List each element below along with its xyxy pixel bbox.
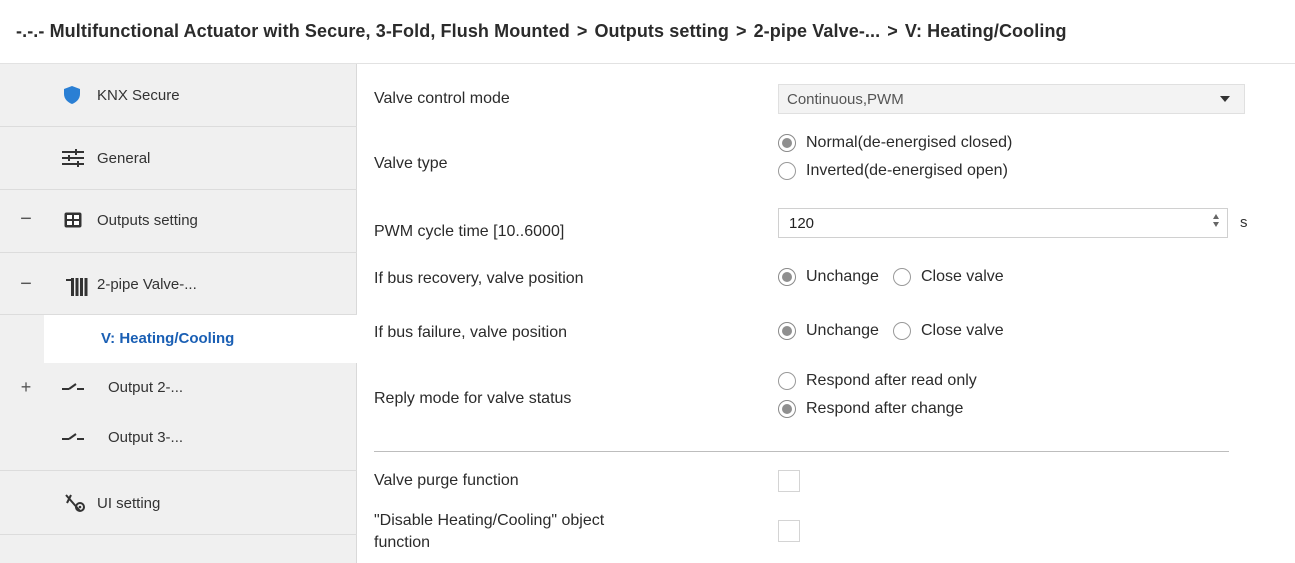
valve-purge-checkbox[interactable]: [778, 470, 800, 492]
radio-label: Close valve: [920, 322, 1004, 339]
radio-unchecked-icon: [892, 322, 911, 340]
sidebar-item-label: UI setting: [97, 495, 161, 512]
radio-option-close-valve[interactable]: Close valve: [892, 268, 1004, 286]
param-pwm-cycle-time: PWM cycle time [10..6000] 120 s: [374, 208, 1248, 240]
sidebar-item-v-heating-cooling[interactable]: V: Heating/Cooling: [44, 315, 357, 363]
valve-type-radio-group: Normal(de-energised closed) Inverted(de-…: [778, 134, 1012, 180]
radio-label: Respond after change: [806, 400, 964, 417]
breadcrumb-separator: >: [735, 21, 747, 41]
sidebar-item-label: General: [97, 150, 151, 167]
param-label: Valve type: [374, 155, 448, 172]
select-value: Continuous,PWM: [787, 90, 904, 108]
valve-control-mode-select[interactable]: Continuous,PWM: [778, 84, 1245, 114]
radio-unchecked-icon: [778, 162, 796, 180]
radio-label: Close valve: [920, 268, 1004, 285]
sidebar-item-output-2[interactable]: + Output 2-...: [0, 363, 357, 413]
breadcrumb-separator: >: [887, 21, 898, 41]
radio-label: Unchange: [806, 268, 879, 285]
bus-failure-radio-group: Unchange Close valve: [778, 322, 1018, 340]
grid-box-icon: [64, 212, 82, 228]
radio-option-unchange[interactable]: Unchange: [778, 268, 879, 286]
breadcrumb-separator: >: [576, 21, 588, 41]
param-reply-mode: Reply mode for valve status Respond afte…: [374, 370, 1244, 430]
param-label: Reply mode for valve status: [374, 390, 572, 407]
breadcrumb-item-current: V: Heating/Cooling: [904, 21, 1067, 41]
section-divider: [374, 451, 1229, 452]
sidebar-item-2-pipe-valve[interactable]: − 2-pipe Valve-...: [0, 253, 357, 315]
expand-icon[interactable]: +: [19, 377, 33, 398]
sidebar-item-ui-setting[interactable]: UI setting: [0, 471, 357, 535]
radio-label: Respond after read only: [806, 372, 977, 389]
radiator-icon: [66, 278, 88, 296]
radio-checked-icon: [778, 268, 796, 286]
param-label: If bus failure, valve position: [374, 324, 567, 341]
param-valve-control-mode: Valve control mode Continuous,PWM: [374, 82, 1245, 116]
switch-contact-icon: [62, 383, 84, 393]
radio-label: Inverted(de-energised open): [806, 162, 1008, 179]
param-label: Valve purge function: [374, 472, 519, 489]
radio-unchecked-icon: [778, 372, 796, 390]
bus-recovery-radio-group: Unchange Close valve: [778, 268, 1018, 286]
sidebar: KNX Secure General − Outputs setting − 2…: [0, 64, 357, 563]
sidebar-item-knx-secure[interactable]: KNX Secure: [0, 64, 357, 127]
pwm-cycle-field: 120 s: [778, 208, 1248, 238]
param-label: "Disable Heating/Cooling" object: [374, 512, 605, 529]
ui-setting-icon: [64, 493, 86, 513]
sidebar-item-general[interactable]: General: [0, 127, 357, 190]
sidebar-item-label: V: Heating/Cooling: [101, 330, 235, 347]
radio-option-unchange[interactable]: Unchange: [778, 322, 879, 340]
param-valve-purge: Valve purge function: [374, 468, 1244, 496]
sidebar-item-label: Outputs setting: [97, 212, 198, 229]
sidebar-item-output-3[interactable]: Output 3-...: [0, 413, 357, 471]
radio-option-inverted[interactable]: Inverted(de-energised open): [778, 162, 1012, 180]
radio-option-respond-change[interactable]: Respond after change: [778, 400, 977, 418]
shield-icon: [64, 86, 80, 104]
sidebar-item-outputs-setting[interactable]: − Outputs setting: [0, 190, 357, 253]
collapse-icon[interactable]: −: [19, 208, 33, 231]
disable-heating-cooling-checkbox[interactable]: [778, 520, 800, 542]
reply-mode-radio-group: Respond after read only Respond after ch…: [778, 372, 977, 418]
param-bus-failure: If bus failure, valve position Unchange …: [374, 320, 1244, 348]
param-label: PWM cycle time [10..6000]: [374, 223, 565, 240]
unit-label: s: [1240, 214, 1248, 231]
param-label: function: [374, 534, 431, 551]
radio-option-close-valve[interactable]: Close valve: [892, 322, 1004, 340]
radio-label: Normal(de-energised closed): [806, 134, 1013, 151]
breadcrumb-item-valve[interactable]: 2-pipe Valve-...: [754, 21, 881, 41]
breadcrumb-bar: -.-.- Multifunctional Actuator with Secu…: [0, 0, 1295, 64]
breadcrumb-item-device[interactable]: -.-.- Multifunctional Actuator with Secu…: [16, 21, 570, 41]
parameter-panel: Valve control mode Continuous,PWM Valve …: [358, 64, 1295, 563]
param-label: Valve control mode: [374, 90, 510, 107]
radio-checked-icon: [778, 400, 796, 418]
spinner-arrows-icon[interactable]: [1213, 214, 1219, 227]
sidebar-item-label: KNX Secure: [97, 87, 180, 104]
radio-unchecked-icon: [892, 268, 911, 286]
sidebar-item-label: Output 2-...: [108, 379, 184, 396]
radio-checked-icon: [778, 134, 796, 152]
param-bus-recovery: If bus recovery, valve position Unchange…: [374, 266, 1244, 294]
param-disable-heating-cooling: "Disable Heating/Cooling" object functio…: [374, 512, 1244, 558]
pwm-cycle-input[interactable]: 120: [778, 208, 1228, 238]
breadcrumb: -.-.- Multifunctional Actuator with Secu…: [16, 21, 1067, 42]
param-label: If bus recovery, valve position: [374, 270, 584, 287]
radio-checked-icon: [778, 322, 796, 340]
sliders-icon: [62, 149, 84, 167]
breadcrumb-item-outputs-setting[interactable]: Outputs setting: [594, 21, 729, 41]
param-valve-type: Valve type Normal(de-energised closed) I…: [374, 134, 1244, 190]
chevron-down-icon: [1220, 96, 1230, 102]
radio-label: Unchange: [806, 322, 879, 339]
sidebar-item-label: 2-pipe Valve-...: [97, 276, 197, 293]
radio-option-normal[interactable]: Normal(de-energised closed): [778, 134, 1012, 152]
sidebar-item-label: Output 3-...: [108, 429, 184, 446]
collapse-icon[interactable]: −: [19, 273, 33, 296]
radio-option-respond-read[interactable]: Respond after read only: [778, 372, 977, 390]
input-value: 120: [789, 214, 815, 232]
switch-contact-icon: [62, 433, 84, 443]
